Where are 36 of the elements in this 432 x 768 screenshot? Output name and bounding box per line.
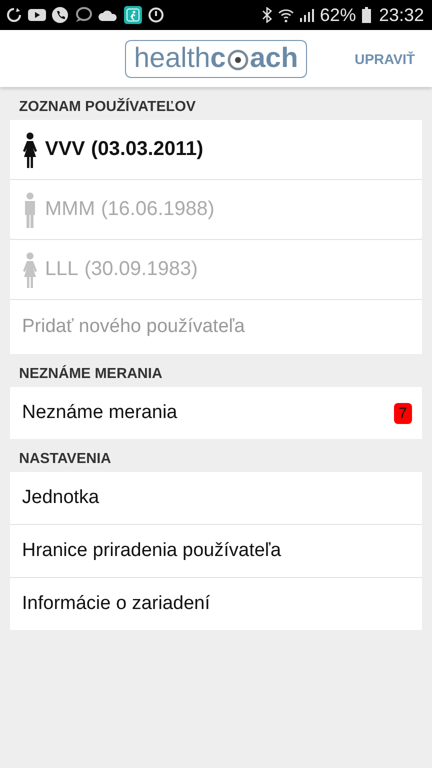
- user-name: VVV: [45, 138, 86, 161]
- play-icon: [28, 8, 46, 22]
- power-icon: [148, 7, 164, 23]
- count-badge: 7: [394, 402, 412, 424]
- menu-item[interactable]: Jednotka: [10, 472, 422, 524]
- logo-text: health: [134, 42, 210, 74]
- cloud-icon: [98, 8, 118, 22]
- birth-date: (30.09.1983): [84, 258, 198, 281]
- section-title: NEZNÁME MERANIA: [18, 364, 164, 384]
- user-row[interactable]: VVV (03.03.2011): [10, 120, 422, 179]
- wifi-icon: [278, 7, 294, 23]
- female-icon: [23, 132, 37, 168]
- sync-icon: [6, 7, 22, 23]
- bluetooth-icon: [262, 7, 272, 23]
- birth-date: (03.03.2011): [91, 138, 204, 161]
- clock: 23:32: [378, 4, 424, 26]
- battery-percent: 62%: [320, 4, 356, 26]
- birth-date: (16.06.1988): [100, 198, 214, 221]
- logo-text: c: [210, 42, 226, 74]
- signal-icon: [300, 8, 314, 22]
- user-name: LLL: [45, 258, 78, 281]
- section-title: ZOZNAM POUŽÍVATEĽOV: [18, 97, 197, 117]
- female-icon: [23, 252, 37, 288]
- menu-item[interactable]: Neznáme merania 7: [10, 387, 422, 439]
- target-icon: [226, 48, 249, 70]
- menu-item[interactable]: Hranice priradenia používateľa: [10, 524, 422, 577]
- logo-text: ach: [250, 42, 298, 74]
- section-title: NASTAVENIA: [18, 450, 112, 469]
- runner-icon: [124, 6, 142, 24]
- menu-item[interactable]: Informácie o zariadení: [10, 577, 422, 630]
- chat-icon: [74, 7, 92, 23]
- user-name: MMM: [45, 198, 95, 221]
- item-label: Neznáme merania: [22, 402, 178, 424]
- phone-icon: [52, 7, 68, 23]
- male-icon: [23, 192, 37, 228]
- battery-icon: [362, 7, 371, 23]
